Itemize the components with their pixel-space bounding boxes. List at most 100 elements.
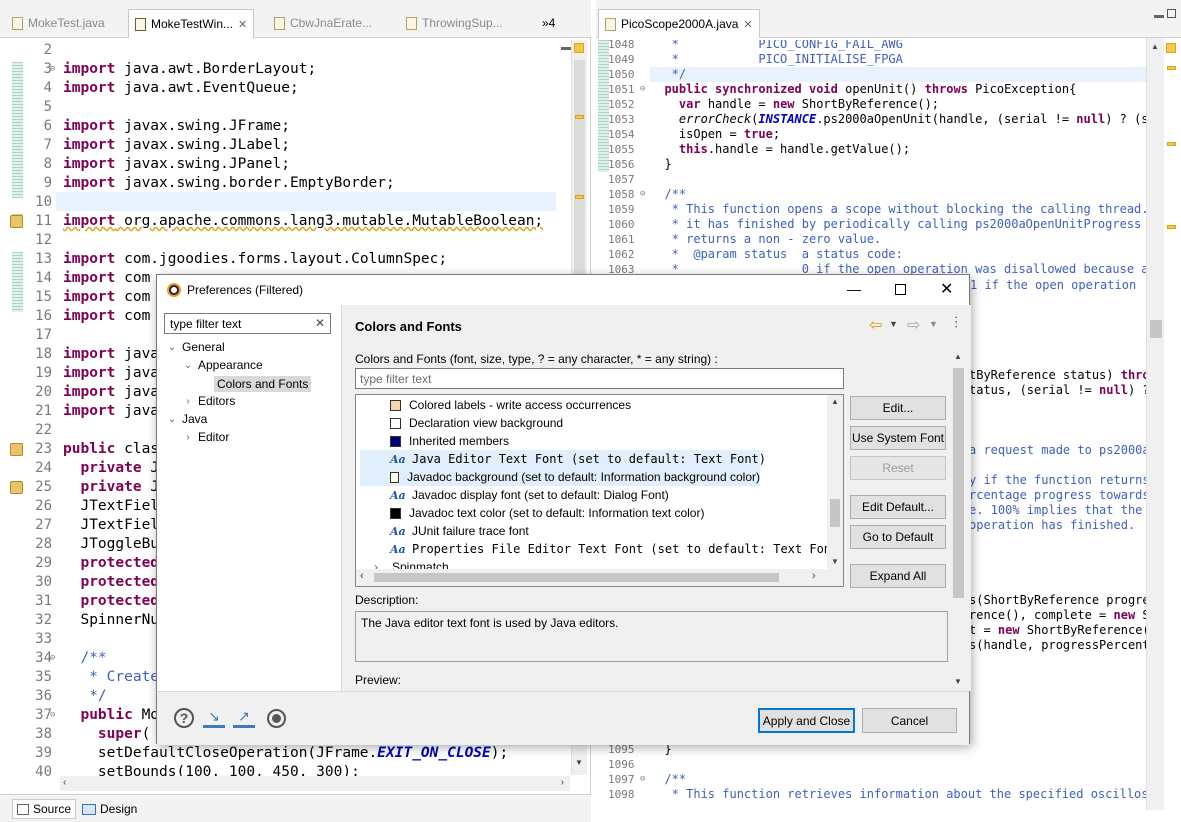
editor-tab-moketestwin[interactable]: MokeTestWin... ✕ (128, 9, 255, 38)
overview-marker[interactable] (1167, 66, 1176, 70)
tab-overflow-button[interactable]: »4 (542, 10, 555, 36)
overview-warning-icon[interactable] (1166, 43, 1176, 53)
maximize-icon[interactable] (1167, 9, 1176, 18)
scroll-thumb[interactable] (953, 368, 964, 598)
fold-icon[interactable]: ⊖ (640, 187, 645, 202)
fold-icon[interactable]: ⊖ (50, 60, 55, 79)
edit-default-button[interactable]: Edit Default... (850, 495, 946, 519)
go-to-default-button[interactable]: Go to Default (850, 525, 946, 549)
editor-tab-picoscope[interactable]: PicoScope2000A.java ✕ (598, 9, 760, 38)
color-font-item[interactable]: Javadoc background (set to default: Info… (360, 468, 760, 486)
tree-item-java[interactable]: ⌄ Java (167, 412, 208, 426)
overview-marker[interactable] (575, 195, 584, 199)
editor-tab-moketest[interactable]: MokeTest.java (12, 10, 105, 36)
expanded-chevron-icon[interactable]: ⌄ (183, 360, 193, 371)
view-menu-icon[interactable]: ⋯ (949, 315, 965, 327)
apply-and-close-button[interactable]: Apply and Close (758, 708, 855, 733)
code-text: private J (63, 460, 160, 476)
code-line: 7 import javax.swing.JLabel; (0, 136, 560, 155)
expanded-chevron-icon[interactable]: ⌄ (167, 414, 177, 425)
code-line: 8 import javax.swing.JPanel; (0, 155, 560, 174)
tree-item-colors-and-fonts[interactable]: Colors and Fonts (199, 376, 312, 392)
minimize-icon[interactable]: ▬ (1154, 10, 1164, 21)
left-horizontal-scrollbar[interactable]: ‹ › (60, 776, 570, 791)
color-font-item[interactable]: Inherited members (360, 432, 820, 450)
java-file-icon (12, 16, 23, 30)
close-icon[interactable]: ✕ (743, 18, 752, 31)
line-number: 1061 (608, 233, 635, 246)
color-font-item[interactable]: Aa Javadoc display font (set to default: … (360, 486, 820, 504)
minimize-window-button[interactable]: — (847, 281, 861, 297)
page-vertical-scrollbar[interactable]: ▲ ▼ (950, 350, 967, 691)
color-swatch-icon (390, 399, 401, 411)
list-filter-input[interactable]: type filter text (355, 368, 844, 389)
tree-filter-input[interactable]: type filter text ✕ (164, 313, 331, 334)
overview-marker[interactable] (575, 115, 584, 119)
use-system-font-button[interactable]: Use System Font (850, 426, 946, 450)
fold-icon[interactable]: ⊖ (640, 82, 645, 97)
forward-arrow-icon[interactable]: ⇨ (907, 315, 920, 335)
color-font-item[interactable]: Declaration view background (360, 414, 820, 432)
clear-filter-icon[interactable]: ✕ (315, 316, 325, 330)
editor-tab-cbwjnaerate[interactable]: CbwJnaErate... (274, 10, 372, 36)
design-tab[interactable]: Design (78, 799, 141, 819)
tree-item-editor[interactable]: › Editor (183, 430, 229, 444)
reset-button[interactable]: Reset (850, 456, 946, 480)
fold-icon[interactable]: ⊖ (50, 706, 55, 725)
export-icon[interactable]: ↗ (233, 708, 255, 728)
line-number: 33 (35, 631, 52, 647)
edit-button[interactable]: Edit... (850, 396, 946, 420)
scroll-thumb[interactable] (830, 499, 840, 527)
list-horizontal-scrollbar[interactable]: ‹ › (356, 569, 843, 586)
tree-item-appearance[interactable]: ⌄ Appearance (183, 358, 263, 372)
tree-item-editors[interactable]: › Editors (183, 394, 235, 408)
expanded-chevron-icon[interactable]: ⌄ (167, 342, 177, 353)
color-swatch-icon (390, 417, 401, 429)
scroll-thumb[interactable] (1150, 320, 1162, 338)
warning-icon[interactable] (10, 481, 23, 494)
maximize-window-button[interactable] (895, 284, 906, 295)
dialog-titlebar[interactable]: Preferences (Filtered) — ✕ (157, 275, 969, 305)
record-icon[interactable] (267, 709, 286, 728)
scroll-thumb[interactable] (374, 573, 779, 582)
fold-icon[interactable]: ⊖ (50, 649, 55, 668)
forward-menu-chevron-icon[interactable]: ▼ (929, 319, 938, 329)
import-icon[interactable]: ↘ (203, 708, 225, 728)
line-number: 17 (35, 327, 52, 343)
help-icon[interactable]: ? (174, 708, 194, 728)
code-fragment: tatus, (serial != null) ? (969, 383, 1150, 397)
color-font-item[interactable]: Aa JUnit failure trace font (360, 522, 820, 540)
tree-item-general[interactable]: ⌄ General (167, 340, 225, 354)
list-vertical-scrollbar[interactable]: ▲ ▼ (827, 395, 843, 570)
overview-warning-icon[interactable] (574, 43, 584, 53)
right-code-bottom[interactable]: 1095 } 1096 1097 /** ⊖ 1098 * This function … (596, 742, 1156, 812)
overview-marker[interactable] (1167, 225, 1176, 229)
colors-fonts-tree[interactable]: Colored labels - write access occurrence… (355, 394, 844, 587)
line-number: 9 (43, 175, 52, 191)
warning-icon[interactable] (10, 443, 23, 456)
color-font-item[interactable]: Colored labels - write access occurrence… (360, 396, 820, 414)
line-number: 32 (35, 612, 52, 628)
overview-marker[interactable] (1167, 142, 1176, 146)
line-number: 1053 (608, 113, 635, 126)
color-font-item[interactable]: Javadoc text color (set to default: Info… (360, 504, 820, 522)
line-number: 21 (35, 403, 52, 419)
collapsed-chevron-icon[interactable]: › (183, 396, 193, 407)
expand-all-button[interactable]: Expand All (850, 564, 946, 588)
collapsed-chevron-icon[interactable]: › (183, 432, 193, 443)
close-window-button[interactable]: ✕ (940, 279, 953, 299)
warning-icon[interactable] (10, 215, 23, 228)
back-menu-chevron-icon[interactable]: ▼ (889, 319, 898, 329)
close-icon[interactable]: ✕ (238, 18, 247, 31)
cancel-button[interactable]: Cancel (862, 708, 957, 733)
back-arrow-icon[interactable]: ⇦ (869, 315, 882, 335)
section-label: Colors and Fonts (font, size, type, ? = … (355, 352, 718, 366)
editor-tab-throwingsup[interactable]: ThrowingSup... (406, 10, 503, 36)
line-number: 15 (35, 289, 52, 305)
color-font-item[interactable]: Aa Java Editor Text Font (set to default:… (360, 450, 766, 468)
right-editor-scrollbar[interactable]: ▲ (1146, 38, 1164, 810)
color-font-item[interactable]: Aa Properties File Editor Text Font (set … (360, 540, 838, 558)
code-fragment: 1 if the open operation (970, 278, 1137, 292)
fold-icon[interactable]: ⊖ (640, 772, 645, 787)
source-tab[interactable]: Source (12, 799, 77, 819)
